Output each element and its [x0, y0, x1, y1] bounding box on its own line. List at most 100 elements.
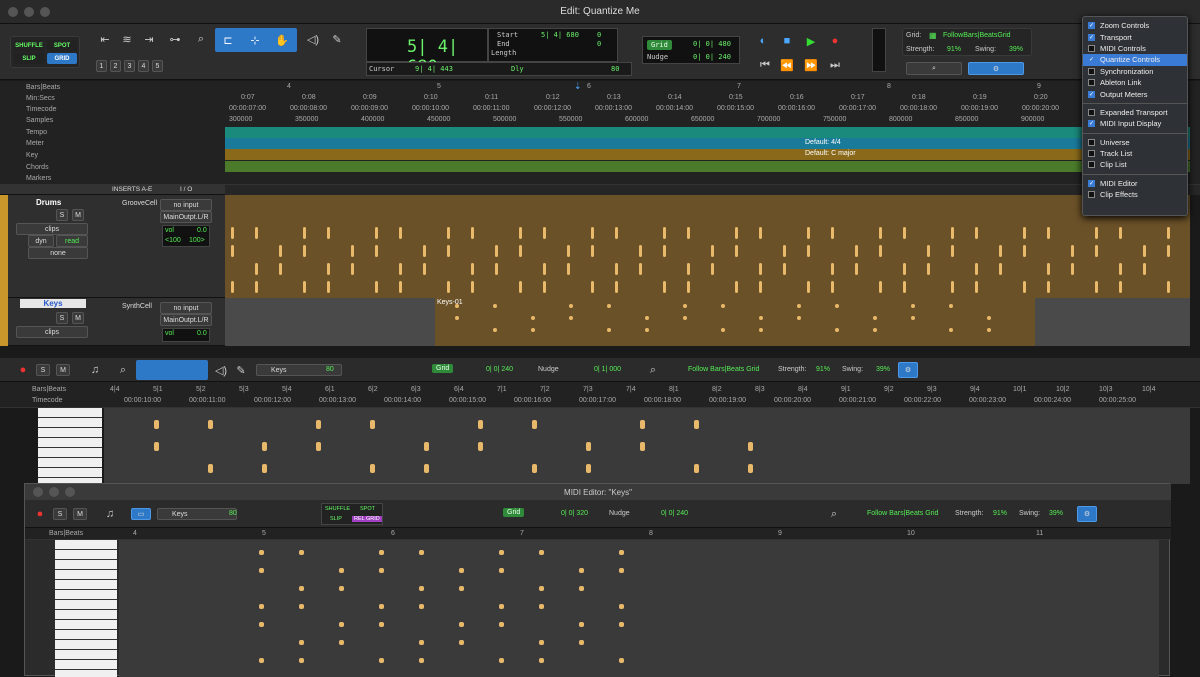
midi-note[interactable]: [759, 316, 763, 320]
midi-note[interactable]: [721, 304, 725, 308]
midi-note[interactable]: [607, 304, 611, 308]
midi-note[interactable]: [379, 568, 384, 573]
zoom-window-button[interactable]: [65, 487, 75, 497]
menu-item-track-list[interactable]: Track List: [1083, 148, 1187, 159]
menu-item-clip-list[interactable]: Clip List: [1083, 159, 1187, 170]
midi-note[interactable]: [873, 328, 877, 332]
drum-note[interactable]: [543, 263, 546, 275]
drum-note[interactable]: [615, 227, 618, 239]
drum-note[interactable]: [879, 245, 882, 257]
chords-lane[interactable]: [225, 161, 1190, 172]
music-note-icon[interactable]: ♫: [101, 505, 119, 523]
track-view-selector[interactable]: clips: [16, 326, 88, 338]
drum-note[interactable]: [1167, 281, 1170, 293]
drum-note[interactable]: [375, 227, 378, 239]
track-name[interactable]: Keys: [20, 299, 86, 308]
swing-value[interactable]: 39%: [1009, 46, 1023, 53]
piano-keyboard[interactable]: [38, 408, 102, 484]
drum-note[interactable]: [903, 281, 906, 293]
drums-clip[interactable]: [225, 195, 1190, 298]
pencil-tool-icon[interactable]: ✎: [232, 361, 250, 379]
menu-item-clip-effects[interactable]: Clip Effects: [1083, 189, 1187, 200]
drum-note[interactable]: [519, 227, 522, 239]
drum-note[interactable]: [255, 227, 258, 239]
midi-note[interactable]: [259, 658, 264, 663]
drum-note[interactable]: [615, 263, 618, 275]
midi-note[interactable]: [694, 420, 699, 429]
track-color-bar[interactable]: [0, 298, 8, 346]
midi-note[interactable]: [316, 442, 321, 451]
midi-note-grid[interactable]: [119, 540, 1159, 677]
quantize-settings-gear-icon[interactable]: ⚙: [1077, 506, 1097, 522]
midi-note[interactable]: [499, 550, 504, 555]
midi-note[interactable]: [579, 568, 584, 573]
midi-note[interactable]: [299, 640, 304, 645]
ruler-minsecs[interactable]: Min:Secs: [26, 95, 55, 102]
swing-value[interactable]: 39%: [1049, 510, 1063, 517]
drum-note[interactable]: [735, 245, 738, 257]
midi-note[interactable]: [455, 316, 459, 320]
drum-note[interactable]: [1023, 281, 1026, 293]
midi-note[interactable]: [619, 568, 624, 573]
drum-note[interactable]: [567, 245, 570, 257]
midi-note[interactable]: [379, 550, 384, 555]
end-value[interactable]: 0: [597, 31, 601, 39]
main-counter[interactable]: 5| 4| 680: [366, 28, 488, 77]
drum-note[interactable]: [975, 227, 978, 239]
midi-note[interactable]: [619, 622, 624, 627]
mute-button[interactable]: M: [56, 364, 70, 376]
zoom-preset-3[interactable]: 3: [124, 60, 135, 72]
zoom-preset-1[interactable]: 1: [96, 60, 107, 72]
midi-note[interactable]: [586, 442, 591, 451]
midi-note[interactable]: [478, 420, 483, 429]
tempo-value[interactable]: 80: [326, 366, 334, 373]
midi-note[interactable]: [640, 442, 645, 451]
midi-note[interactable]: [493, 304, 497, 308]
midi-note[interactable]: [208, 464, 213, 473]
midi-note[interactable]: [419, 586, 424, 591]
swing-value[interactable]: 39%: [876, 366, 890, 373]
drum-note[interactable]: [999, 245, 1002, 257]
midi-note[interactable]: [539, 550, 544, 555]
drum-note[interactable]: [879, 227, 882, 239]
drum-note[interactable]: [591, 245, 594, 257]
midi-note[interactable]: [339, 640, 344, 645]
midi-note[interactable]: [579, 586, 584, 591]
drum-note[interactable]: [1095, 281, 1098, 293]
slip-mode-button[interactable]: SLIP: [14, 53, 44, 64]
insert-slot[interactable]: SynthCell: [122, 303, 152, 310]
midi-note[interactable]: [579, 640, 584, 645]
zoom-window-button[interactable]: [40, 7, 50, 17]
midi-note[interactable]: [339, 586, 344, 591]
midi-note[interactable]: [262, 464, 267, 473]
strength-value[interactable]: 91%: [947, 46, 961, 53]
strength-value[interactable]: 91%: [816, 366, 830, 373]
midi-note[interactable]: [721, 328, 725, 332]
input-selector[interactable]: no input: [160, 199, 212, 211]
midi-note[interactable]: [478, 442, 483, 451]
midi-note[interactable]: [539, 586, 544, 591]
shuffle-mode-button[interactable]: SHUFFLE: [14, 40, 44, 51]
playhead-marker-icon[interactable]: ⇣: [574, 81, 582, 92]
midi-note[interactable]: [379, 622, 384, 627]
drum-note[interactable]: [1119, 281, 1122, 293]
midi-note[interactable]: [835, 328, 839, 332]
midi-note[interactable]: [531, 316, 535, 320]
start-value[interactable]: 5| 4| 680: [541, 31, 579, 39]
midi-note[interactable]: [370, 420, 375, 429]
midi-note[interactable]: [569, 304, 573, 308]
meter-lane[interactable]: Default: 4/4: [225, 138, 1190, 149]
drum-note[interactable]: [231, 281, 234, 293]
spot-mode-button[interactable]: SPOT: [360, 506, 375, 512]
nudge-value[interactable]: 0| 1| 000: [594, 366, 621, 373]
drum-note[interactable]: [855, 245, 858, 257]
track-selector[interactable]: Keys: [157, 508, 237, 520]
drum-note[interactable]: [639, 263, 642, 275]
output-selector[interactable]: MainOutpt.L/R: [160, 211, 212, 223]
midi-note[interactable]: [619, 658, 624, 663]
menu-item-synchronization[interactable]: Synchronization: [1083, 66, 1187, 77]
drum-note[interactable]: [807, 227, 810, 239]
quantize-settings-gear-icon[interactable]: ⚙: [968, 62, 1024, 75]
grid-value[interactable]: 0| 0| 240: [486, 366, 513, 373]
docked-note-grid[interactable]: [104, 408, 1190, 484]
